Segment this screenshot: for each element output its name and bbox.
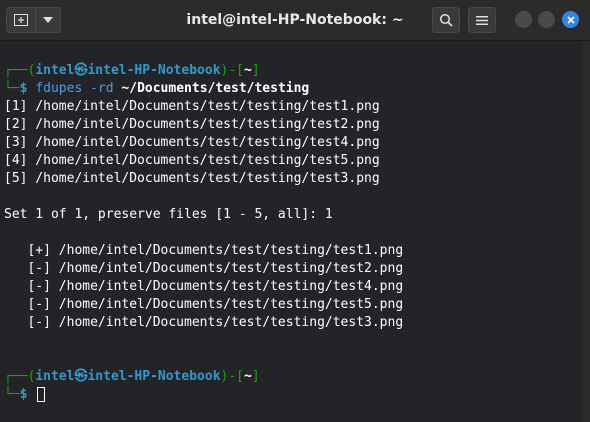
prompt-separator: )-[ [220,369,245,384]
command-line: └─$ fdupes -rd ~/Documents/test/testing [4,81,310,96]
prompt-symbol: ㉿ [74,369,88,384]
output-line: [5] /home/intel/Documents/test/testing/t… [4,171,380,186]
result-line: [-] /home/intel/Documents/test/testing/t… [4,279,404,294]
prompt-dir: ~ [244,63,252,78]
command-argument: ~/Documents/test/testing [121,81,310,96]
prompt-dir: ~ [244,369,252,384]
prompt-user: intel [35,369,75,384]
output-line: [4] /home/intel/Documents/test/testing/t… [4,153,380,168]
result-line: [+] /home/intel/Documents/test/testing/t… [4,243,404,258]
result-line: [-] /home/intel/Documents/test/testing/t… [4,297,404,312]
terminal-window: intel@intel-HP-Notebook: ~ ┌──(intel㉿int… [0,0,590,422]
prompt-line: ┌──(intel㉿intel-HP-Notebook)-[~] [4,369,260,384]
search-button[interactable] [432,7,460,33]
text-cursor [37,387,46,402]
close-icon [566,15,575,24]
prompt-close: ] [251,369,260,384]
prompt-user: intel [35,63,75,78]
result-line: [-] /home/intel/Documents/test/testing/t… [4,261,404,276]
output-line: [1] /home/intel/Documents/test/testing/t… [4,99,380,114]
scrollbar[interactable] [582,41,590,422]
set-prompt-line: Set 1 of 1, preserve files [1 - 5, all]:… [4,207,333,222]
title-bar: intel@intel-HP-Notebook: ~ [0,0,590,41]
prompt-host: intel-HP-Notebook [87,63,221,78]
output-line: [2] /home/intel/Documents/test/testing/t… [4,117,380,132]
prompt-separator: )-[ [220,63,245,78]
search-icon [439,13,453,27]
close-button[interactable] [562,11,579,28]
input-line[interactable]: └─$ [4,386,46,404]
minimize-button[interactable] [515,11,532,28]
prompt-host: intel-HP-Notebook [87,369,221,384]
hamburger-menu-icon [476,15,488,25]
prompt-close: ] [251,63,260,78]
window-title: intel@intel-HP-Notebook: ~ [186,12,404,28]
result-line: [-] /home/intel/Documents/test/testing/t… [4,315,404,330]
prompt-symbol: ㉿ [74,63,88,78]
menu-button[interactable] [468,7,496,33]
command-text: fdupes -rd [35,81,114,96]
terminal-output[interactable]: ┌──(intel㉿intel-HP-Notebook)-[~] └─$ fdu… [0,41,582,422]
maximize-button[interactable] [538,11,555,28]
output-line: [3] /home/intel/Documents/test/testing/t… [4,135,380,150]
prompt-line: ┌──(intel㉿intel-HP-Notebook)-[~] [4,63,260,78]
